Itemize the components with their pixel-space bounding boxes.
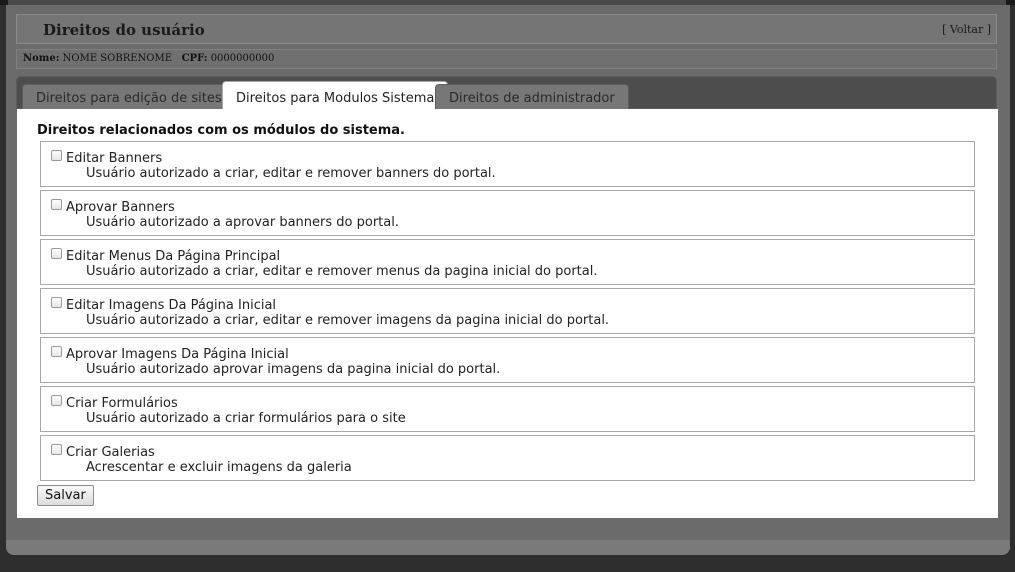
permission-label: Editar Menus Da Página Principal [66,249,281,264]
permission-item: Editar Imagens Da Página Inicial Usuário… [40,288,975,334]
user-info-bar: Nome: NOME SOBRENOME CPF: 0000000000 [16,49,997,69]
permission-description: Usuário autorizado aprovar imagens da pa… [86,362,501,377]
permission-checkbox[interactable] [51,297,62,308]
permission-checkbox[interactable] [51,150,62,161]
permission-label: Criar Formulários [66,396,178,411]
permission-item: Aprovar Imagens Da Página Inicial Usuári… [40,337,975,383]
cpf-label: CPF: [181,53,208,64]
permission-checkbox[interactable] [51,444,62,455]
name-label: Nome: [23,53,60,64]
permission-description: Usuário autorizado a criar, editar e rem… [86,313,610,328]
permission-item: Criar Formulários Usuário autorizado a c… [40,386,975,432]
permission-description: Usuário autorizado a aprovar banners do … [86,215,399,230]
tab-edicao-sites[interactable]: Direitos para edição de sites [22,84,236,110]
permission-item: Editar Banners Usuário autorizado a cria… [40,141,975,187]
permission-description: Usuário autorizado a criar formulários p… [86,411,406,426]
tab-modulos-sistema[interactable]: Direitos para Modulos Sistema [222,81,449,110]
save-button[interactable]: Salvar [37,485,94,506]
back-link[interactable]: [ Voltar ] [942,23,991,36]
permission-label: Criar Galerias [66,445,155,460]
permission-description: Usuário autorizado a criar, editar e rem… [86,264,598,279]
section-title: Direitos relacionados com os módulos do … [37,123,405,138]
permission-item: Editar Menus Da Página Principal Usuário… [40,239,975,285]
page-header: Direitos do usuário [ Voltar ] [16,14,997,44]
user-name: NOME SOBRENOME [62,53,173,64]
tab-administrador[interactable]: Direitos de administrador [435,84,629,110]
user-cpf: 0000000000 [210,53,275,64]
permission-label: Editar Banners [66,151,163,166]
permission-description: Usuário autorizado a criar, editar e rem… [86,166,496,181]
permission-label: Aprovar Imagens Da Página Inicial [66,347,289,362]
page-title: Direitos do usuário [43,21,205,39]
tab-panel-modulos: Direitos relacionados com os módulos do … [17,109,998,518]
permission-item: Aprovar Banners Usuário autorizado a apr… [40,190,975,236]
permission-label: Editar Imagens Da Página Inicial [66,298,277,313]
permission-description: Acrescentar e excluir imagens da galeria [86,460,352,475]
permission-label: Aprovar Banners [66,200,175,215]
page-frame-bottom [6,540,1010,555]
permission-item: Criar Galerias Acrescentar e excluir ima… [40,435,975,481]
permission-checkbox[interactable] [51,346,62,357]
permission-checkbox[interactable] [51,199,62,210]
tab-bar: Direitos para edição de sites Direitos p… [16,76,997,110]
permission-checkbox[interactable] [51,248,62,259]
permission-checkbox[interactable] [51,395,62,406]
